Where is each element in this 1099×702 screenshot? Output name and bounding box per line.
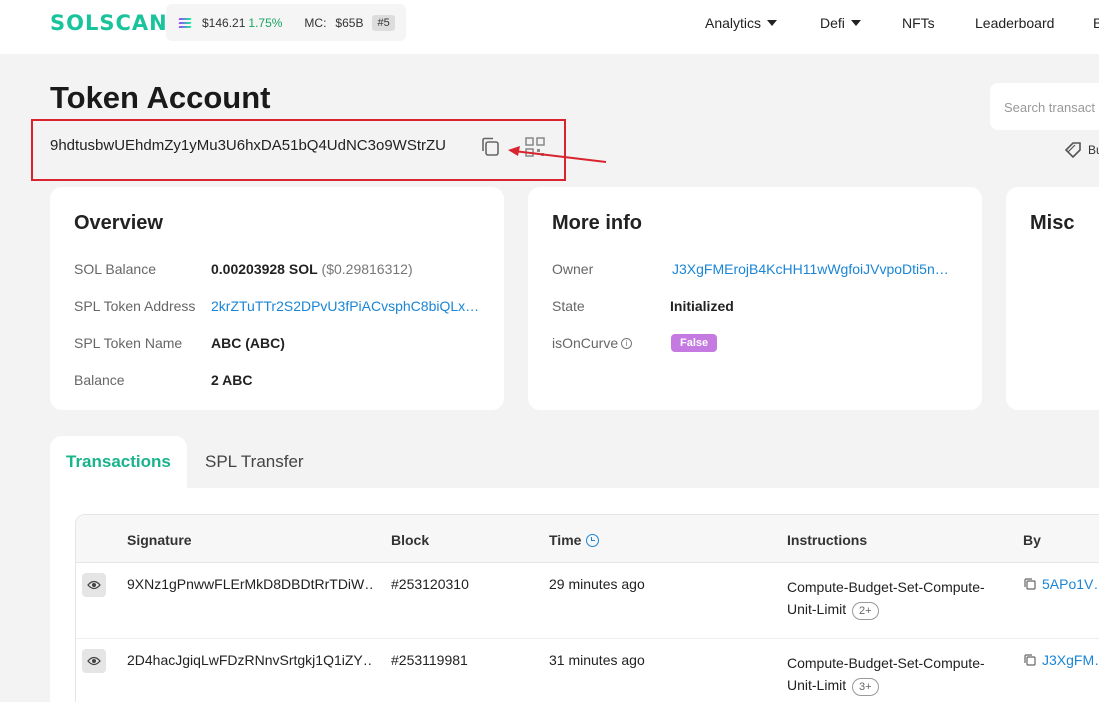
more-instructions-badge[interactable]: 2+ [852,602,879,620]
time-value: 29 minutes ago [549,576,645,592]
sol-balance-label: SOL Balance [74,261,156,277]
spl-token-address-row: SPL Token Address [74,298,195,314]
sol-price-widget: $146.21 1.75% MC: $65B #5 [166,4,406,41]
transactions-table: Signature Block Time Instructions By 9XN… [75,514,1099,702]
sol-balance-value: 0.00203928 SOL [211,261,318,277]
copy-icon[interactable] [1023,577,1037,591]
sol-price-change: 1.75% [248,15,283,30]
table-row: 9XNz1gPnwwFLErMkD8DBDtRrTDiW… #253120310… [76,563,1099,639]
column-signature: Signature [127,532,192,548]
by-address-link[interactable]: J3XgFM… [1042,652,1099,668]
owner-link[interactable]: J3XgFMErojB4KcHH11wWgfoiJVvpoDti5n… [672,261,952,277]
state-row: State [552,298,585,314]
nav-defi[interactable]: Defi [820,15,861,31]
state-value: Initialized [670,298,734,314]
tab-transactions[interactable]: Transactions [50,436,187,488]
info-icon[interactable]: i [621,337,633,349]
sol-balance-value-group: 0.00203928 SOL ($0.29816312) [211,261,413,277]
nav-more[interactable]: B [1093,15,1099,31]
instruction-text: Compute-Budget-Set-Compute-Unit-Limit [787,579,985,617]
annotation-arrow [508,146,607,163]
table-header: Signature Block Time Instructions By [76,515,1099,563]
by-address-link[interactable]: 5APo1V… [1042,576,1099,592]
annotation-highlight-box [31,119,566,181]
spl-token-name-value: ABC (ABC) [211,335,285,351]
by-cell: J3XgFM… [1023,652,1099,668]
misc-title: Misc [1030,212,1075,234]
more-info-card: More info Owner J3XgFMErojB4KcHH11wWgfoi… [528,187,982,410]
column-instructions: Instructions [787,532,868,548]
balance-row: Balance [74,372,125,388]
clock-icon[interactable] [586,533,600,547]
solscan-logo[interactable]: SOLSCAN [50,11,168,35]
false-badge: False [671,334,718,352]
nav-leaderboard[interactable]: Leaderboard [975,15,1054,31]
column-block: Block [391,532,430,548]
tab-spl-transfer[interactable]: SPL Transfer [205,452,304,472]
owner-row: Owner [552,261,593,277]
tag-icon [1064,142,1081,159]
column-time[interactable]: Time [549,532,600,548]
is-on-curve-row: isOnCurve i [552,335,633,351]
market-cap-value: $65B [335,15,364,30]
market-cap-label: MC: [304,15,327,30]
state-label: State [552,298,585,314]
column-time-label: Time [549,532,582,548]
column-by: By [1023,532,1041,548]
more-info-title: More info [552,212,642,234]
table-row: 2D4hacJgiqLwFDzRNnvSrtgkj1Q1iZY… #253119… [76,639,1099,702]
spl-token-name-row: SPL Token Name [74,335,182,351]
sol-balance-row: SOL Balance [74,261,156,277]
balance-value: 2 ABC [211,372,253,388]
chevron-down-icon [850,20,861,26]
nav-analytics-label: Analytics [705,15,762,31]
block-link[interactable]: #253119981 [391,652,468,668]
owner-label: Owner [552,261,594,277]
eye-icon[interactable] [82,573,106,597]
signature-link[interactable]: 9XNz1gPnwwFLErMkD8DBDtRrTDiW… [127,576,372,592]
nav-defi-label: Defi [820,15,845,31]
balance-label: Balance [74,372,125,388]
top-navbar: SOLSCAN $146.21 1.75% MC: $65B #5 Analyt… [0,0,1099,54]
overview-title: Overview [74,212,163,234]
is-on-curve-label: isOnCurve [552,335,619,351]
time-value: 31 minutes ago [549,652,645,668]
more-instructions-badge[interactable]: 3+ [852,678,879,696]
buy-button-label: Bu [1088,143,1099,157]
spl-token-name-label: SPL Token Name [74,335,183,351]
spl-token-address-label: SPL Token Address [74,298,196,314]
chevron-down-icon [767,20,778,26]
nav-nfts[interactable]: NFTs [902,15,935,31]
by-cell: 5APo1V… [1023,576,1099,592]
sol-price: $146.21 [202,15,246,30]
instruction-text: Compute-Budget-Set-Compute-Unit-Limit [787,655,985,693]
is-on-curve-value: False [671,333,718,352]
instruction-cell: Compute-Budget-Set-Compute-Unit-Limit 2+ [787,576,987,620]
rank-badge: #5 [372,14,395,31]
page-title: Token Account [50,80,271,115]
block-link[interactable]: #253120310 [391,576,469,592]
search-input[interactable]: Search transact [990,83,1099,130]
instruction-cell: Compute-Budget-Set-Compute-Unit-Limit 3+ [787,652,987,696]
solana-icon [178,17,192,28]
misc-card: Misc [1006,187,1099,410]
copy-icon[interactable] [1023,653,1037,667]
nav-analytics[interactable]: Analytics [705,15,778,31]
buy-button[interactable]: Bu [1064,141,1099,159]
overview-card: Overview SOL Balance 0.00203928 SOL ($0.… [50,187,504,410]
eye-icon[interactable] [82,649,106,673]
sol-balance-usd: ($0.29816312) [321,261,413,277]
spl-token-address-link[interactable]: 2krZTuTTr2S2DPvU3fPiACvsphC8biQLxy… [211,298,481,314]
signature-link[interactable]: 2D4hacJgiqLwFDzRNnvSrtgkj1Q1iZY… [127,652,372,668]
